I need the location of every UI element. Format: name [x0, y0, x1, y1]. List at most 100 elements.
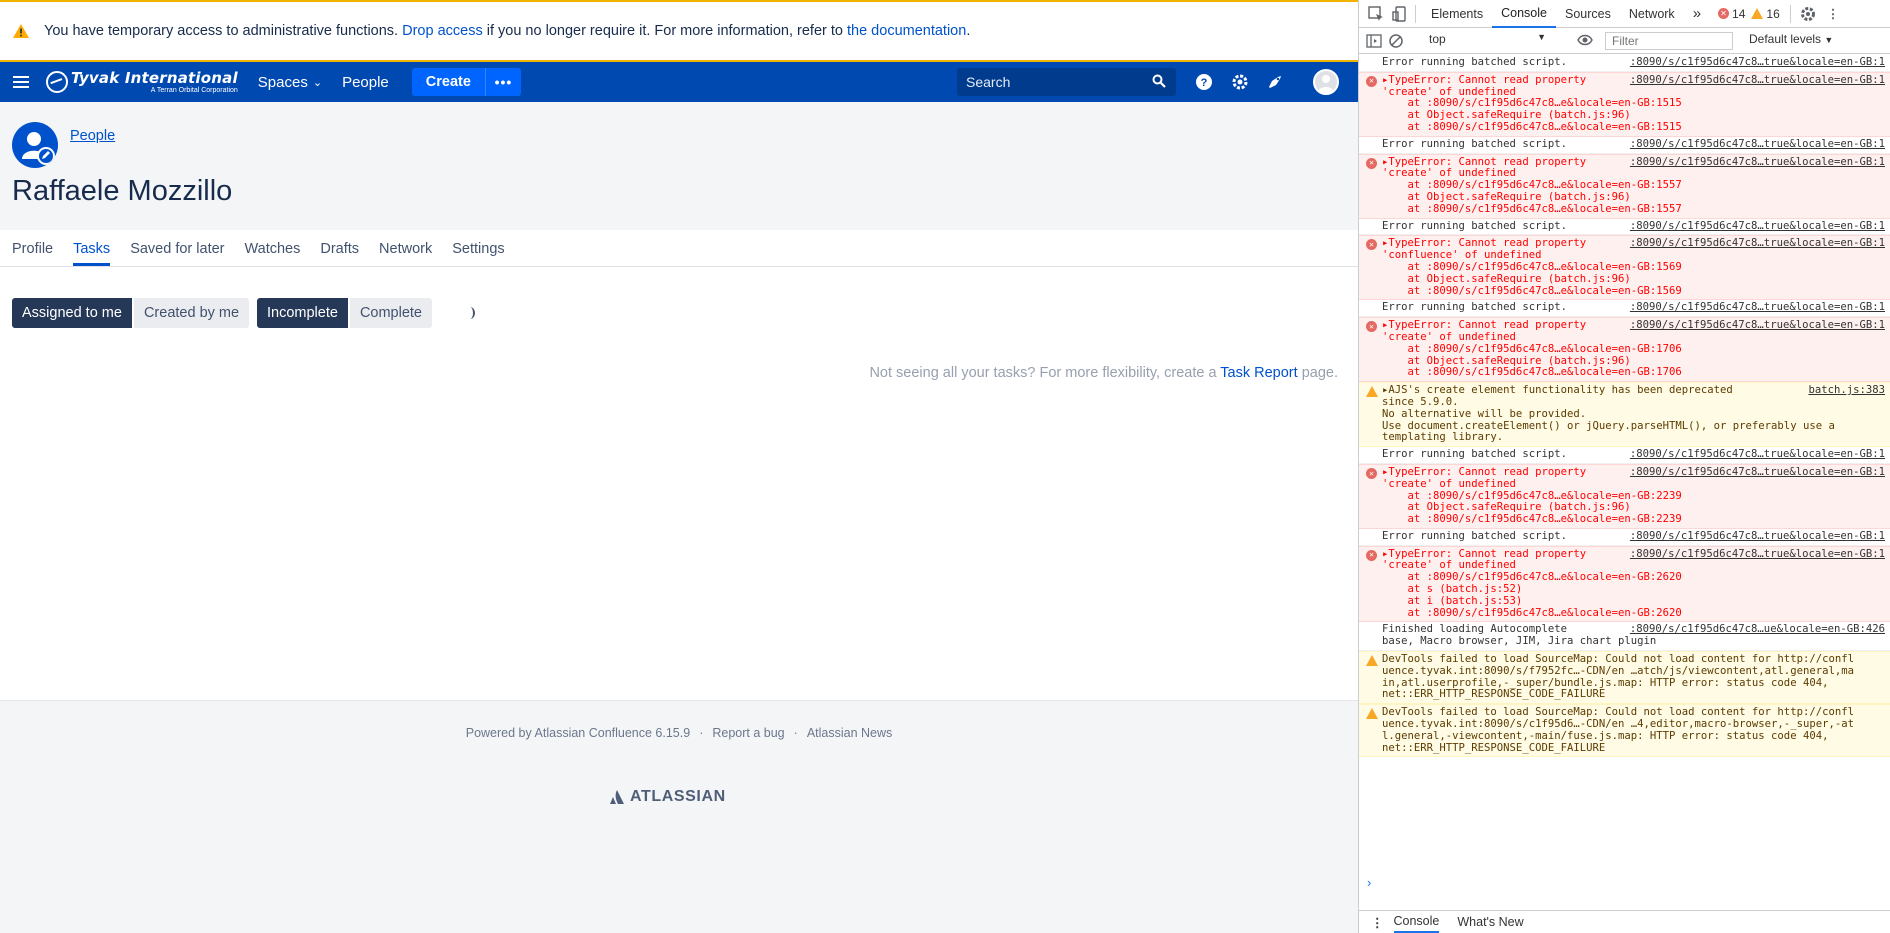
console-message-error[interactable]: ✕ ▸TypeError: Cannot read property 'creat…	[1359, 545, 1890, 623]
clear-console-icon[interactable]	[1387, 32, 1405, 50]
assignee-toggle: Assigned to me Created by me	[12, 298, 250, 328]
console-message-warn[interactable]: ▸AJS's create element functionality has …	[1359, 382, 1890, 448]
drop-access-link[interactable]: Drop access	[402, 23, 483, 39]
tasks-panel: Assigned to me Created by me Incomplete …	[0, 267, 1358, 700]
tab-saved-for-later[interactable]: Saved for later	[130, 241, 224, 266]
menu-icon[interactable]	[11, 72, 31, 92]
tab-profile[interactable]: Profile	[12, 241, 53, 266]
more-tabs-button[interactable]: »	[1684, 0, 1710, 28]
console-message-log[interactable]: Error running batched script.:8090/s/c1f…	[1359, 447, 1890, 464]
search-placeholder: Search	[966, 74, 1011, 90]
console-source-link[interactable]: :8090/s/c1f95d6c47c8…true&locale=en-GB:1	[1630, 466, 1885, 479]
assigned-to-me-button[interactable]: Assigned to me	[12, 298, 132, 328]
drawer-tab-console[interactable]: Console	[1393, 911, 1440, 933]
console-message-log[interactable]: Error running batched script. :8090/s/c1f…	[1359, 55, 1890, 72]
console-filter-input[interactable]: Filter	[1605, 32, 1733, 50]
console-message-text: Error running batched script.	[1382, 56, 1567, 68]
warning-icon	[13, 24, 29, 38]
console-source-link[interactable]: :8090/s/c1f95d6c47c8…true&locale=en-GB:1	[1630, 302, 1885, 314]
profile-header: People Raffaele Mozzillo	[0, 102, 1358, 230]
tab-watches[interactable]: Watches	[245, 241, 301, 266]
console-message-warn[interactable]: DevTools failed to load SourceMap: Could…	[1359, 704, 1890, 758]
console-message-log[interactable]: Error running batched script.:8090/s/c1f…	[1359, 137, 1890, 154]
tab-network[interactable]: Network	[379, 241, 432, 266]
console-messages: Error running batched script. :8090/s/c1f…	[1359, 55, 1890, 910]
report-bug-link[interactable]: Report a bug	[712, 726, 784, 740]
console-message-error[interactable]: ✕ ▸TypeError: Cannot read property 'creat…	[1359, 463, 1890, 529]
console-prompt[interactable]: ›	[1367, 875, 1371, 890]
atlassian-logo[interactable]: ATLASSIAN	[609, 788, 726, 806]
notifications-icon[interactable]	[1264, 71, 1286, 93]
live-expression-eye-icon[interactable]	[1577, 33, 1593, 47]
tab-elements[interactable]: Elements	[1422, 0, 1492, 28]
levels-label: Default levels	[1749, 32, 1822, 46]
site-logo[interactable]: Tyvak International A Terran Orbital Cor…	[46, 68, 238, 94]
console-message-text: Error running batched script.	[1382, 219, 1567, 232]
tab-drafts[interactable]: Drafts	[320, 241, 359, 266]
settings-icon[interactable]	[1229, 71, 1251, 93]
console-message-log[interactable]: Finished loading Autocomplete base, Macr…	[1359, 622, 1890, 652]
people-link[interactable]: People	[342, 74, 389, 91]
tab-network[interactable]: Network	[1620, 0, 1684, 28]
drawer-menu-icon[interactable]: ⋮	[1371, 915, 1384, 930]
page-footer: Powered by Atlassian Confluence 6.15.9 · R…	[0, 700, 1358, 933]
search-input[interactable]: Search	[957, 68, 1176, 96]
console-message-error[interactable]: ✕ ▸TypeError: Cannot read property 'creat…	[1359, 317, 1890, 383]
console-source-link[interactable]: :8090/s/c1f95d6c47c8…true&locale=en-GB:1	[1630, 319, 1885, 332]
console-source-link[interactable]: :8090/s/c1f95d6c47c8…true&locale=en-GB:1	[1630, 138, 1885, 151]
documentation-link[interactable]: the documentation	[847, 23, 966, 39]
inspect-element-icon[interactable]	[1367, 5, 1385, 23]
spaces-label: Spaces	[257, 73, 308, 91]
brand-name: Tyvak International	[71, 68, 238, 87]
error-icon: ✕	[1366, 157, 1377, 169]
console-message-warn[interactable]: DevTools failed to load SourceMap: Could…	[1359, 651, 1890, 705]
console-message-text: Error running batched script.	[1382, 529, 1567, 542]
help-icon[interactable]: ?	[1193, 71, 1215, 93]
console-source-link[interactable]: :8090/s/c1f95d6c47c8…ue&locale=en-GB:426	[1630, 624, 1885, 636]
console-source-link[interactable]: batch.js:383	[1808, 384, 1885, 397]
atlassian-mark-icon	[610, 790, 624, 804]
devtools-panel: Elements Console Sources Network » ✕ 14 1…	[1358, 0, 1890, 933]
console-source-link[interactable]: :8090/s/c1f95d6c47c8…true&locale=en-GB:1	[1630, 220, 1885, 233]
drawer-tab-whats-new[interactable]: What's New	[1457, 915, 1523, 929]
console-source-link[interactable]: :8090/s/c1f95d6c47c8…true&locale=en-GB:1	[1630, 448, 1885, 461]
settings-icon[interactable]	[1799, 5, 1817, 23]
complete-button[interactable]: Complete	[349, 298, 432, 328]
tab-settings[interactable]: Settings	[452, 241, 504, 266]
more-options-icon[interactable]: ⋮	[1827, 6, 1840, 21]
console-source-link[interactable]: :8090/s/c1f95d6c47c8…true&locale=en-GB:1	[1630, 156, 1885, 169]
user-avatar[interactable]	[1313, 69, 1339, 95]
tab-console[interactable]: Console	[1492, 0, 1556, 28]
console-source-link[interactable]: :8090/s/c1f95d6c47c8…true&locale=en-GB:1	[1630, 548, 1885, 561]
log-levels-dropdown[interactable]: Default levels ▼	[1749, 32, 1833, 46]
created-by-me-button[interactable]: Created by me	[133, 298, 250, 328]
people-breadcrumb[interactable]: People	[70, 128, 115, 144]
console-source-link[interactable]: :8090/s/c1f95d6c47c8…true&locale=en-GB:1	[1630, 530, 1885, 543]
top-navigation-bar: Tyvak International A Terran Orbital Cor…	[0, 62, 1358, 102]
powered-by-text: Powered by Atlassian Confluence 6.15.9	[465, 726, 691, 740]
context-selector[interactable]: top ▼	[1426, 32, 1548, 50]
console-message-log[interactable]: Error running batched script. :8090/s/c1f…	[1359, 219, 1890, 236]
tab-tasks[interactable]: Tasks	[73, 241, 111, 266]
atlassian-news-link[interactable]: Atlassian News	[807, 726, 892, 740]
console-source-link[interactable]: :8090/s/c1f95d6c47c8…true&locale=en-GB:1	[1630, 74, 1885, 87]
task-report-link[interactable]: Task Report	[1220, 365, 1297, 381]
console-source-link[interactable]: :8090/s/c1f95d6c47c8…true&locale=en-GB:1	[1630, 56, 1885, 69]
create-more-button[interactable]: •••	[484, 68, 521, 96]
console-message-error[interactable]: ✕ ▸TypeError: Cannot read property 'creat…	[1359, 153, 1890, 219]
console-message-error[interactable]: ✕ ▸TypeError: Cannot read property 'confl…	[1359, 235, 1890, 301]
show-sidebar-icon[interactable]	[1365, 32, 1383, 50]
chevron-down-icon: ⌄	[312, 76, 323, 89]
search-icon[interactable]	[1152, 74, 1166, 88]
issue-counter[interactable]: ✕ 14 16	[1718, 7, 1780, 21]
create-button[interactable]: Create	[411, 68, 485, 96]
tab-sources[interactable]: Sources	[1556, 0, 1620, 28]
incomplete-button[interactable]: Incomplete	[257, 298, 348, 328]
console-message-log[interactable]: Error running batched script.:8090/s/c1f…	[1359, 300, 1890, 318]
console-message-error[interactable]: ✕ ▸TypeError: Cannot read property 'creat…	[1359, 71, 1890, 137]
error-icon: ✕	[1366, 549, 1377, 561]
console-message-log[interactable]: Error running batched script. :8090/s/c1f…	[1359, 529, 1890, 546]
device-toolbar-icon[interactable]	[1391, 5, 1409, 23]
spaces-menu[interactable]: Spaces ⌄	[258, 74, 322, 91]
console-source-link[interactable]: :8090/s/c1f95d6c47c8…true&locale=en-GB:1	[1630, 238, 1885, 250]
